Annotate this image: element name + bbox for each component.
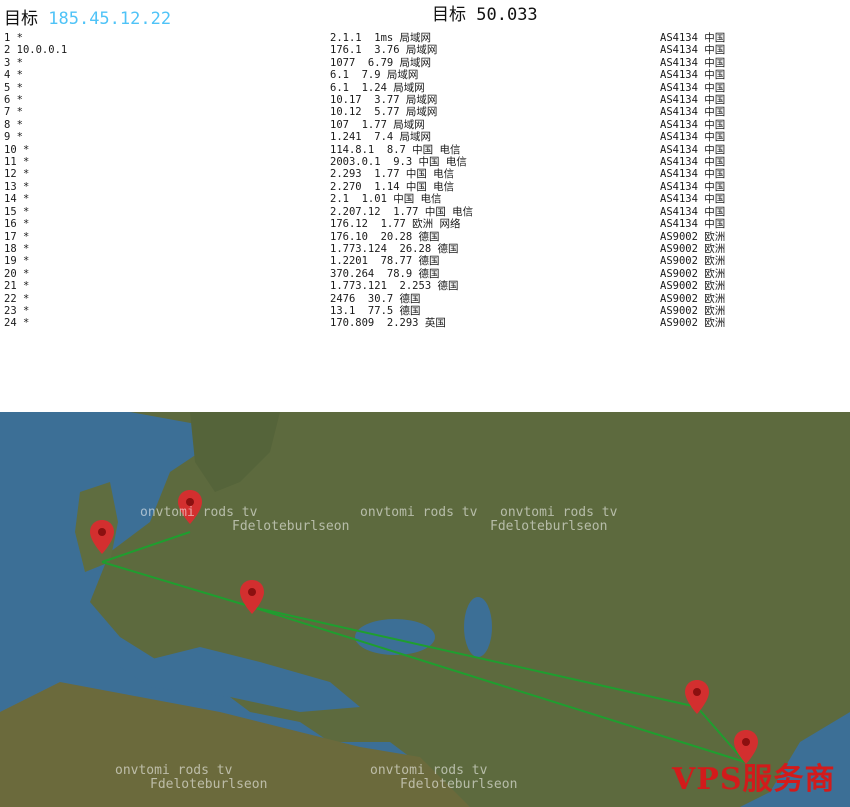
trace-row: 114.8.1 8.7 中国 电信 <box>330 143 461 156</box>
trace-row: 8 * <box>4 118 23 131</box>
trace-row: 17 * <box>4 230 30 243</box>
trace-row: 14 * <box>4 193 30 206</box>
watermark: onvtomi rods tv <box>370 763 488 778</box>
trace-row: 176.1 3.76 局域网 <box>330 44 438 57</box>
watermark: onvtomi rods tv <box>500 505 618 520</box>
trace-row: 10.12 5.77 局域网 <box>330 106 438 119</box>
trace-row: AS9002 欧洲 <box>660 255 726 268</box>
traceroute-output: 目标 185.45.12.22 目标 50.033 1 * 2 10.0.0.1 3… <box>0 0 850 412</box>
trace-row: 6 * <box>4 94 23 107</box>
trace-row: 23 * <box>4 304 30 317</box>
trace-row: AS4134 中国 <box>660 118 726 131</box>
trace-row: 18 * <box>4 242 30 255</box>
watermark: onvtomi rods tv <box>360 505 478 520</box>
trace-row: 2003.0.1 9.3 中国 电信 <box>330 156 467 169</box>
trace-row: 13.1 77.5 德国 <box>330 304 421 317</box>
trace-row: AS4134 中国 <box>660 94 726 107</box>
trace-row: 4 * <box>4 69 23 82</box>
watermark: Fdeloteburlseon <box>232 519 350 534</box>
watermark: Fdeloteburlseon <box>490 519 608 534</box>
brand-watermark: VPS服务商 <box>672 762 836 797</box>
trace-row: 10.17 3.77 局域网 <box>330 94 438 107</box>
trace-row: 2.270 1.14 中国 电信 <box>330 180 455 193</box>
hop-column: 1 * 2 10.0.0.1 3 * 4 * 5 * 6 * 7 * 8 * 9 * 10 * 11… <box>4 32 67 330</box>
map-pin-icon[interactable] <box>240 580 264 614</box>
target-header-left: 目标 185.45.12.22 <box>4 4 171 29</box>
map-pin-icon[interactable] <box>90 520 114 554</box>
trace-row: 3 * <box>4 56 23 69</box>
trace-row: 11 * <box>4 156 30 169</box>
trace-row: 1077 6.79 局域网 <box>330 56 432 69</box>
trace-row: AS4134 中国 <box>660 81 726 94</box>
trace-row: 176.10 20.28 德国 <box>330 230 440 243</box>
trace-row: 1 * <box>4 32 23 44</box>
trace-row: AS4134 中国 <box>660 44 726 57</box>
trace-row: 1.2201 78.77 德国 <box>330 255 440 268</box>
trace-row: AS4134 中国 <box>660 143 726 156</box>
trace-row: 107 1.77 局域网 <box>330 118 425 131</box>
trace-row: AS9002 欧洲 <box>660 230 726 243</box>
watermark: Fdeloteburlseon <box>400 777 518 792</box>
trace-row: 176.12 1.77 欧洲 网络 <box>330 218 461 231</box>
trace-row: AS4134 中国 <box>660 168 726 181</box>
watermark: onvtomi rods tv <box>140 505 258 520</box>
trace-row: 2.1.1 1ms 局域网 <box>330 32 432 44</box>
watermark: Fdeloteburlseon <box>150 777 268 792</box>
trace-row: 13 * <box>4 180 30 193</box>
trace-row: AS9002 欧洲 <box>660 242 726 255</box>
trace-row: 1.241 7.4 局域网 <box>330 131 432 144</box>
watermark: onvtomi rods tv <box>115 763 233 778</box>
trace-row: AS9002 欧洲 <box>660 267 726 280</box>
trace-row: AS9002 欧洲 <box>660 304 726 317</box>
trace-row: AS4134 中国 <box>660 106 726 119</box>
trace-row: 1.773.124 26.28 德国 <box>330 242 459 255</box>
trace-row: 9 * <box>4 131 23 144</box>
target-header-right: 目标 50.033 <box>432 0 538 25</box>
trace-row: AS4134 中国 <box>660 131 726 144</box>
target-label: 目标 <box>4 9 38 29</box>
trace-row: 24 * <box>4 317 30 330</box>
trace-row: 170.809 2.293 英国 <box>330 317 446 330</box>
trace-row: AS4134 中国 <box>660 156 726 169</box>
trace-row: 6.1 7.9 局域网 <box>330 69 419 82</box>
trace-row: 2.1 1.01 中国 电信 <box>330 193 442 206</box>
latency-column: 2.1.1 1ms 局域网 176.1 3.76 局域网 1077 6.79 局域网… <box>330 32 473 330</box>
trace-row: 20 * <box>4 267 30 280</box>
trace-row: 7 * <box>4 106 23 119</box>
asn-column: AS4134 中国 AS4134 中国 AS4134 中国 AS4134 中国 AS41… <box>660 32 725 330</box>
trace-row: 10 * <box>4 143 30 156</box>
trace-row: 16 * <box>4 218 30 231</box>
sea-black <box>355 619 435 655</box>
trace-row: 15 * <box>4 205 30 218</box>
trace-row: 370.264 78.9 德国 <box>330 267 440 280</box>
trace-row: 2476 30.7 德国 <box>330 292 421 305</box>
target-ip: 185.45.12.22 <box>48 9 172 29</box>
sea-caspian <box>464 597 492 657</box>
trace-row: 6.1 1.24 局域网 <box>330 81 425 94</box>
trace-row: AS9002 欧洲 <box>660 280 726 293</box>
trace-row: AS4134 中国 <box>660 218 726 231</box>
trace-row: AS4134 中国 <box>660 32 726 44</box>
trace-row: 2.207.12 1.77 中国 电信 <box>330 205 474 218</box>
trace-row: 22 * <box>4 292 30 305</box>
trace-row: 19 * <box>4 255 30 268</box>
map-pin-icon[interactable] <box>685 680 709 714</box>
route-map[interactable] <box>0 412 850 807</box>
target-value-right: 50.033 <box>476 5 538 25</box>
target-label-right: 目标 <box>432 5 466 25</box>
trace-row: AS4134 中国 <box>660 193 726 206</box>
trace-row: AS9002 欧洲 <box>660 292 726 305</box>
trace-row: AS9002 欧洲 <box>660 317 726 330</box>
trace-row: 21 * <box>4 280 30 293</box>
trace-row: 12 * <box>4 168 30 181</box>
map-background <box>0 412 850 807</box>
trace-row: AS4134 中国 <box>660 180 726 193</box>
trace-row: AS4134 中国 <box>660 69 726 82</box>
trace-row: 2 10.0.0.1 <box>4 44 68 57</box>
trace-row: AS4134 中国 <box>660 205 726 218</box>
trace-row: 1.773.121 2.253 德国 <box>330 280 459 293</box>
trace-row: 5 * <box>4 81 23 94</box>
trace-row: 2.293 1.77 中国 电信 <box>330 168 455 181</box>
trace-row: AS4134 中国 <box>660 56 726 69</box>
